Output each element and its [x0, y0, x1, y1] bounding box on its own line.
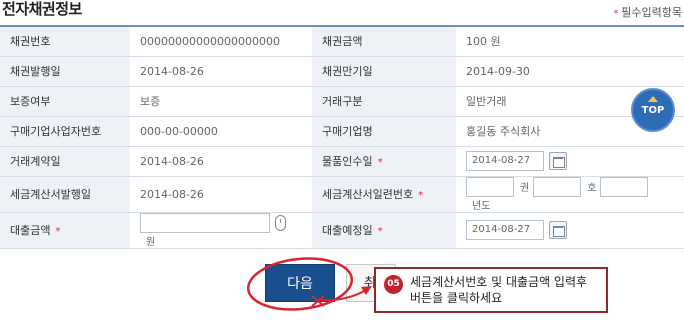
- label-issue-date: 채권발행일: [0, 56, 130, 87]
- loan-date-input[interactable]: 2014-08-27: [466, 220, 544, 240]
- label-transaction-type: 거래구분: [312, 86, 456, 117]
- required-star-icon: *: [377, 226, 383, 237]
- label-tax-invoice-serial-text: 세금계산서일련번호: [322, 188, 414, 201]
- required-star-icon: *: [377, 157, 383, 168]
- required-note-text: 필수입력항목: [621, 6, 682, 19]
- callout-line-1: 세금계산서번호 및 대출금액 입력후: [410, 275, 588, 289]
- unit-year: 년도: [472, 200, 491, 212]
- value-bond-number: 00000000000000000000: [130, 25, 312, 57]
- value-issue-date: 2014-08-26: [130, 56, 312, 87]
- value-tax-invoice-date: 2014-08-26: [130, 176, 312, 213]
- arrow-up-icon: [648, 96, 658, 102]
- loan-amount-input[interactable]: [140, 212, 270, 233]
- label-loan-date: 대출예정일 *: [312, 212, 456, 249]
- table-row: 채권번호 00000000000000000000 채권금액 100 원: [0, 25, 684, 57]
- unit-volume: 권: [520, 183, 530, 194]
- value-buyer-biz-number: 000-00-00000: [130, 116, 312, 147]
- loan-amount-cell: 원: [130, 212, 312, 249]
- label-guarantee: 보증여부: [0, 86, 130, 117]
- tax-invoice-serial-cell: 권 호년도: [456, 176, 684, 213]
- required-star-icon: *: [55, 226, 61, 237]
- required-note: * 필수입력항목: [614, 4, 682, 20]
- label-tax-invoice-serial: 세금계산서일련번호 *: [312, 176, 456, 213]
- loan-date-cell: 2014-08-27: [456, 212, 684, 249]
- label-loan-date-text: 대출예정일: [322, 224, 373, 237]
- table-row: 채권발행일 2014-08-26 채권만기일 2014-09-30: [0, 56, 684, 87]
- required-star-icon: *: [613, 9, 619, 19]
- guide-callout: 05 세금계산서번호 및 대출금액 입력후 버튼을 클릭하세요: [374, 267, 608, 313]
- label-buyer-biz-number: 구매기업사업자번호: [0, 116, 130, 147]
- callout-line-2: 버튼을 클릭하세요: [410, 291, 503, 305]
- page-title: 전자채권정보: [2, 0, 82, 18]
- receipt-date-input[interactable]: 2014-08-27: [466, 151, 544, 171]
- bond-info-table: 채권번호 00000000000000000000 채권금액 100 원 채권발…: [0, 25, 684, 249]
- unit-won: 원: [146, 236, 156, 248]
- label-bond-number: 채권번호: [0, 25, 130, 57]
- label-receipt-date-text: 물품인수일: [322, 155, 373, 168]
- label-bond-amount: 채권금액: [312, 25, 456, 57]
- unit-number: 호: [587, 183, 597, 194]
- label-contract-date: 거래계약일: [0, 146, 130, 177]
- table-row: 보증여부 보증 거래구분 일반거래: [0, 86, 684, 117]
- table-row: 대출금액 * 원 대출예정일 * 2014-08-27: [0, 212, 684, 249]
- calendar-icon[interactable]: [549, 152, 567, 170]
- value-contract-date: 2014-08-26: [130, 146, 312, 177]
- table-row: 거래계약일 2014-08-26 물품인수일 * 2014-08-27: [0, 146, 684, 177]
- value-guarantee: 보증: [130, 86, 312, 117]
- table-row: 세금계산서발행일 2014-08-26 세금계산서일련번호 * 권 호년도: [0, 176, 684, 213]
- required-star-icon: *: [418, 190, 424, 201]
- table-row: 구매기업사업자번호 000-00-00000 구매기업명 홍길동 주식회사: [0, 116, 684, 147]
- step-number-badge: 05: [384, 275, 403, 294]
- label-tax-invoice-date: 세금계산서발행일: [0, 176, 130, 213]
- scroll-top-label: TOP: [641, 105, 665, 116]
- value-bond-amount: 100 원: [456, 25, 684, 57]
- next-button[interactable]: 다음: [265, 264, 335, 302]
- calendar-icon[interactable]: [549, 221, 567, 239]
- scroll-top-button[interactable]: TOP: [631, 88, 675, 132]
- serial-year-input[interactable]: [600, 176, 649, 197]
- receipt-date-cell: 2014-08-27: [456, 146, 684, 177]
- value-maturity-date: 2014-09-30: [456, 56, 684, 87]
- label-buyer-name: 구매기업명: [312, 116, 456, 147]
- serial-volume-input[interactable]: [466, 176, 514, 197]
- label-maturity-date: 채권만기일: [312, 56, 456, 87]
- label-receipt-date: 물품인수일 *: [312, 146, 456, 177]
- label-loan-amount-text: 대출금액: [10, 224, 51, 237]
- label-loan-amount: 대출금액 *: [0, 212, 130, 249]
- mouse-icon[interactable]: [275, 214, 286, 231]
- serial-number-input[interactable]: [533, 176, 582, 197]
